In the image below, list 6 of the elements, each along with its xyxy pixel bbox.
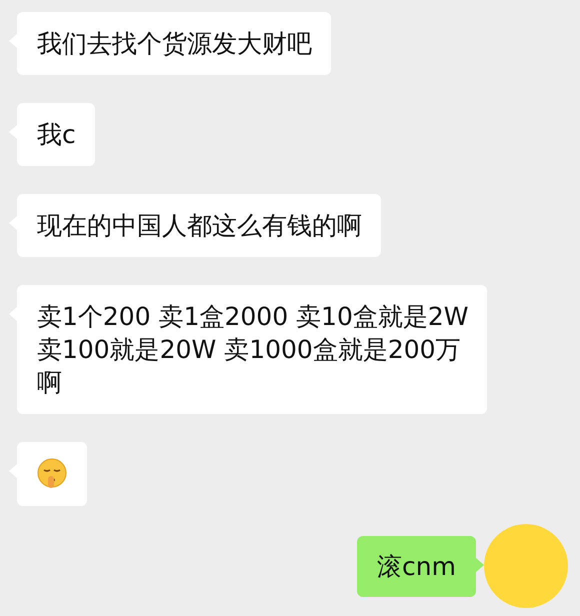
- message-text: 卖1个200 卖1盒2000 卖10盒就是2W 卖100就是20W 卖1000盒就是200万 啊: [37, 302, 468, 397]
- message-text: 滚cnm: [377, 552, 456, 580]
- message-text: 我们去找个货源发大财吧: [37, 29, 312, 58]
- emoji-icon: [37, 458, 67, 490]
- message-text: 我c: [37, 120, 76, 149]
- message-text: 现在的中国人都这么有钱的啊: [37, 211, 362, 240]
